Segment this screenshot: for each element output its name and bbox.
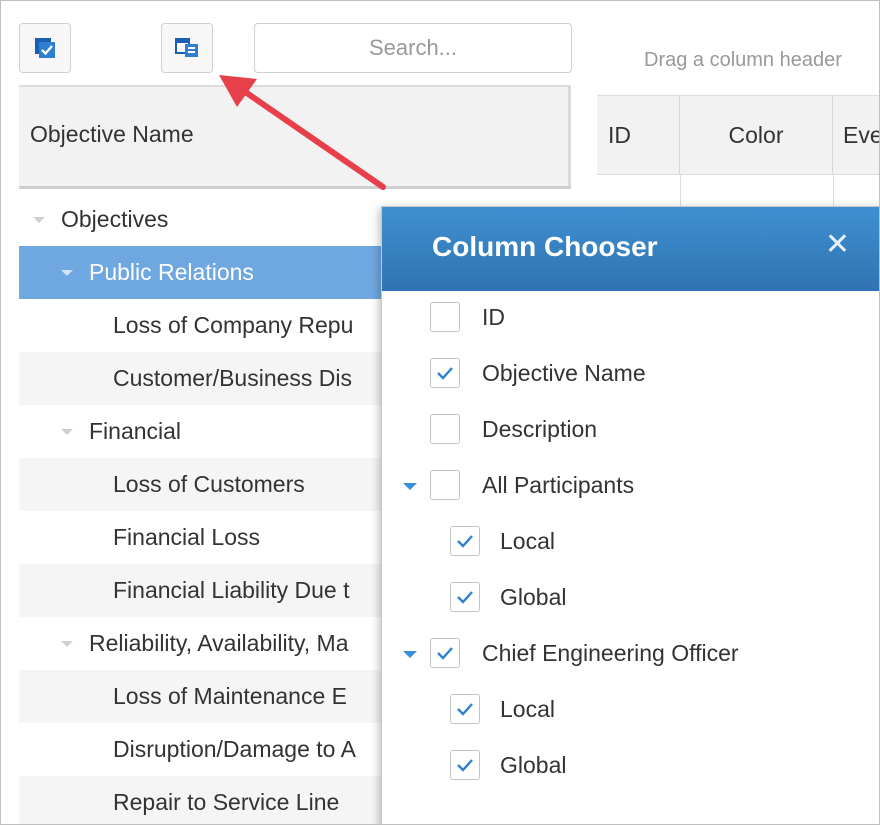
tree-grid-window: Drag a column header Objective Name ID C… [0, 0, 880, 825]
item-label: Local [500, 527, 555, 554]
row-label: Financial Loss [113, 524, 261, 550]
item-label: ID [482, 303, 505, 330]
column-header-id[interactable]: ID [597, 96, 680, 174]
chooser-item-chief-engineering-officer[interactable]: Chief Engineering Officer [430, 633, 739, 673]
chooser-item-id[interactable]: ID [430, 297, 505, 337]
checkbox-unchecked[interactable] [430, 302, 460, 332]
objective-name-header: Objective Name [30, 121, 194, 147]
dialog-title: Column Chooser [432, 231, 658, 262]
row-label: Loss of Company Repu [113, 312, 354, 338]
column-chooser-dialog: Column Chooser ✕ ID Objective Name Descr… [381, 206, 879, 824]
item-label: Description [482, 415, 598, 442]
checkbox-checked[interactable] [450, 582, 480, 612]
collapse-caret-icon[interactable] [33, 216, 45, 223]
row-label: Loss of Customers [113, 471, 305, 497]
chooser-item-local[interactable]: Local [450, 689, 555, 729]
checkmark-icon [457, 703, 473, 716]
column-chooser-header: Column Chooser ✕ [382, 207, 879, 291]
row-label: Customer/Business Dis [113, 365, 353, 391]
column-header-color[interactable]: Color [680, 96, 833, 174]
item-label: Objective Name [482, 359, 646, 386]
group-panel-hint: Drag a column header [644, 49, 842, 71]
row-label: Financial Liability Due t [113, 577, 350, 603]
column-chooser-icon [175, 38, 198, 57]
checkbox-checked[interactable] [430, 638, 460, 668]
checkbox-checked[interactable] [430, 358, 460, 388]
row-label: Disruption/Damage to A [113, 736, 356, 762]
column-header-label: Eve [843, 121, 880, 148]
item-label: Local [500, 695, 555, 722]
grid-header-row: ID Color Eve [597, 95, 880, 175]
close-icon[interactable]: ✕ [825, 227, 850, 262]
column-resize-handle[interactable] [568, 87, 571, 186]
search-input[interactable] [254, 23, 572, 73]
expand-caret-icon[interactable] [403, 651, 417, 658]
item-label: All Participants [482, 471, 635, 498]
checkmark-icon [457, 535, 473, 548]
column-header-label: Color [728, 121, 784, 148]
checkmark-icon [457, 591, 473, 604]
checkbox-checked[interactable] [450, 750, 480, 780]
chooser-item-global[interactable]: Global [450, 577, 566, 617]
chooser-item-global[interactable]: Global [450, 745, 566, 785]
checkbox-list-icon [35, 38, 55, 58]
item-label: Global [500, 751, 567, 778]
checkmark-icon [437, 647, 453, 660]
row-label: Public Relations [89, 259, 254, 285]
item-label: Global [500, 583, 567, 610]
select-all-button[interactable] [19, 23, 71, 73]
row-label: Objectives [61, 206, 169, 232]
column-header-label: ID [608, 121, 631, 148]
row-label: Financial [89, 418, 182, 444]
row-label: Repair to Service Line [113, 789, 340, 815]
checkmark-icon [437, 367, 453, 380]
chooser-item-description[interactable]: Description [430, 409, 597, 449]
column-header-eve[interactable]: Eve [833, 96, 880, 174]
collapse-caret-icon[interactable] [61, 640, 73, 647]
checkmark-icon [457, 759, 473, 772]
checkbox-unchecked[interactable] [430, 470, 460, 500]
callout-arrow [219, 75, 386, 190]
checkbox-checked[interactable] [450, 526, 480, 556]
checkbox-unchecked[interactable] [430, 414, 460, 444]
collapse-caret-icon[interactable] [61, 428, 73, 435]
collapse-caret-icon[interactable] [61, 269, 73, 276]
chooser-item-local[interactable]: Local [450, 521, 555, 561]
chooser-item-objective-name[interactable]: Objective Name [430, 353, 646, 393]
row-label: Loss of Maintenance E [113, 683, 347, 709]
expand-caret-icon[interactable] [403, 483, 417, 490]
item-label: Chief Engineering Officer [482, 639, 739, 666]
column-chooser-button[interactable] [161, 23, 213, 73]
checkbox-checked[interactable] [450, 694, 480, 724]
chooser-item-all-participants[interactable]: All Participants [430, 465, 634, 505]
row-label: Reliability, Availability, Ma [89, 630, 349, 656]
